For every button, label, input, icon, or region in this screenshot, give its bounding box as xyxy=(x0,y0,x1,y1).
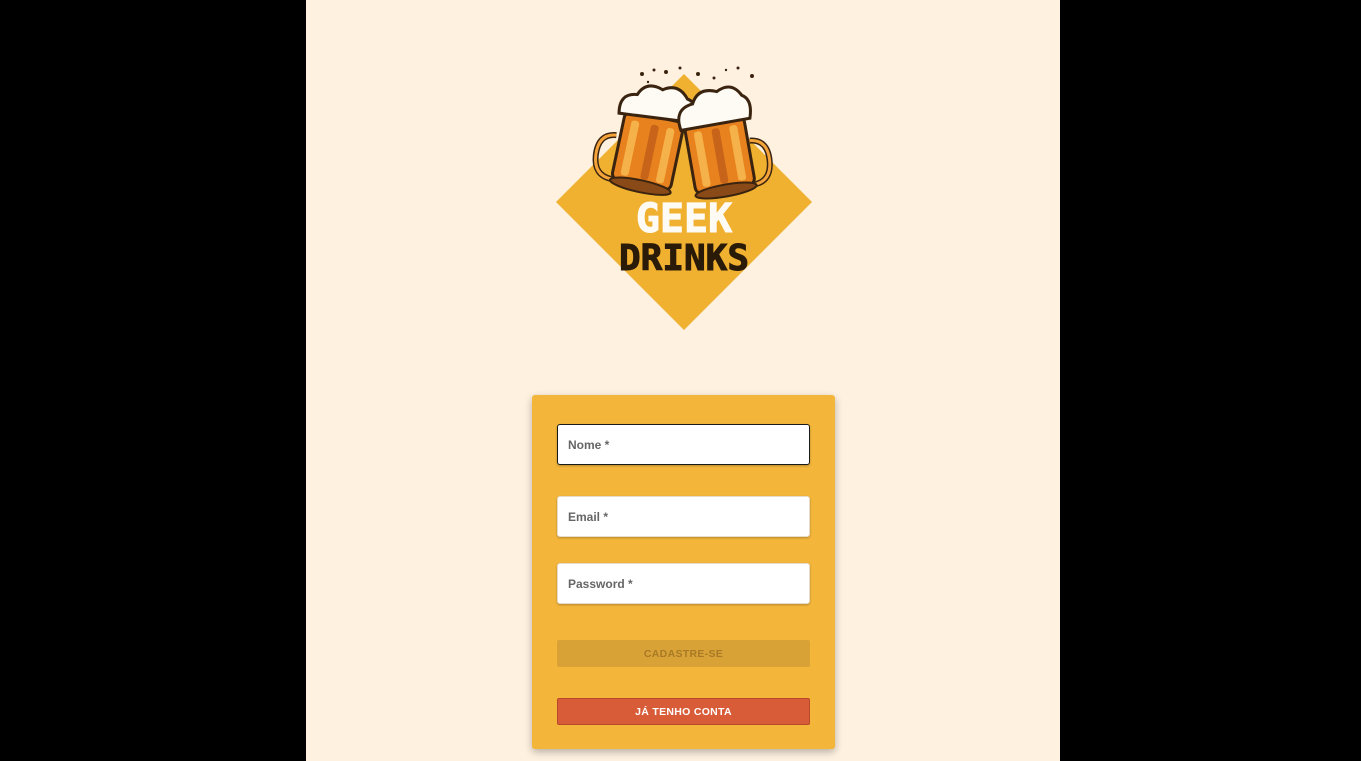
signup-button[interactable]: CADASTRE-SE xyxy=(557,640,810,667)
logo-text-geek: GEEK xyxy=(636,196,732,242)
logo-text-drinks: DRINKS xyxy=(619,238,749,279)
geek-drinks-logo: GEEK DRINKS xyxy=(548,60,820,340)
password-field xyxy=(557,563,810,604)
email-field xyxy=(557,496,810,537)
signup-form: CADASTRE-SE JÁ TENHO CONTA xyxy=(532,395,835,749)
name-input[interactable] xyxy=(558,425,809,464)
email-input[interactable] xyxy=(558,497,809,536)
name-field xyxy=(557,424,810,465)
password-input[interactable] xyxy=(558,564,809,603)
already-have-account-button[interactable]: JÁ TENHO CONTA xyxy=(557,698,810,725)
